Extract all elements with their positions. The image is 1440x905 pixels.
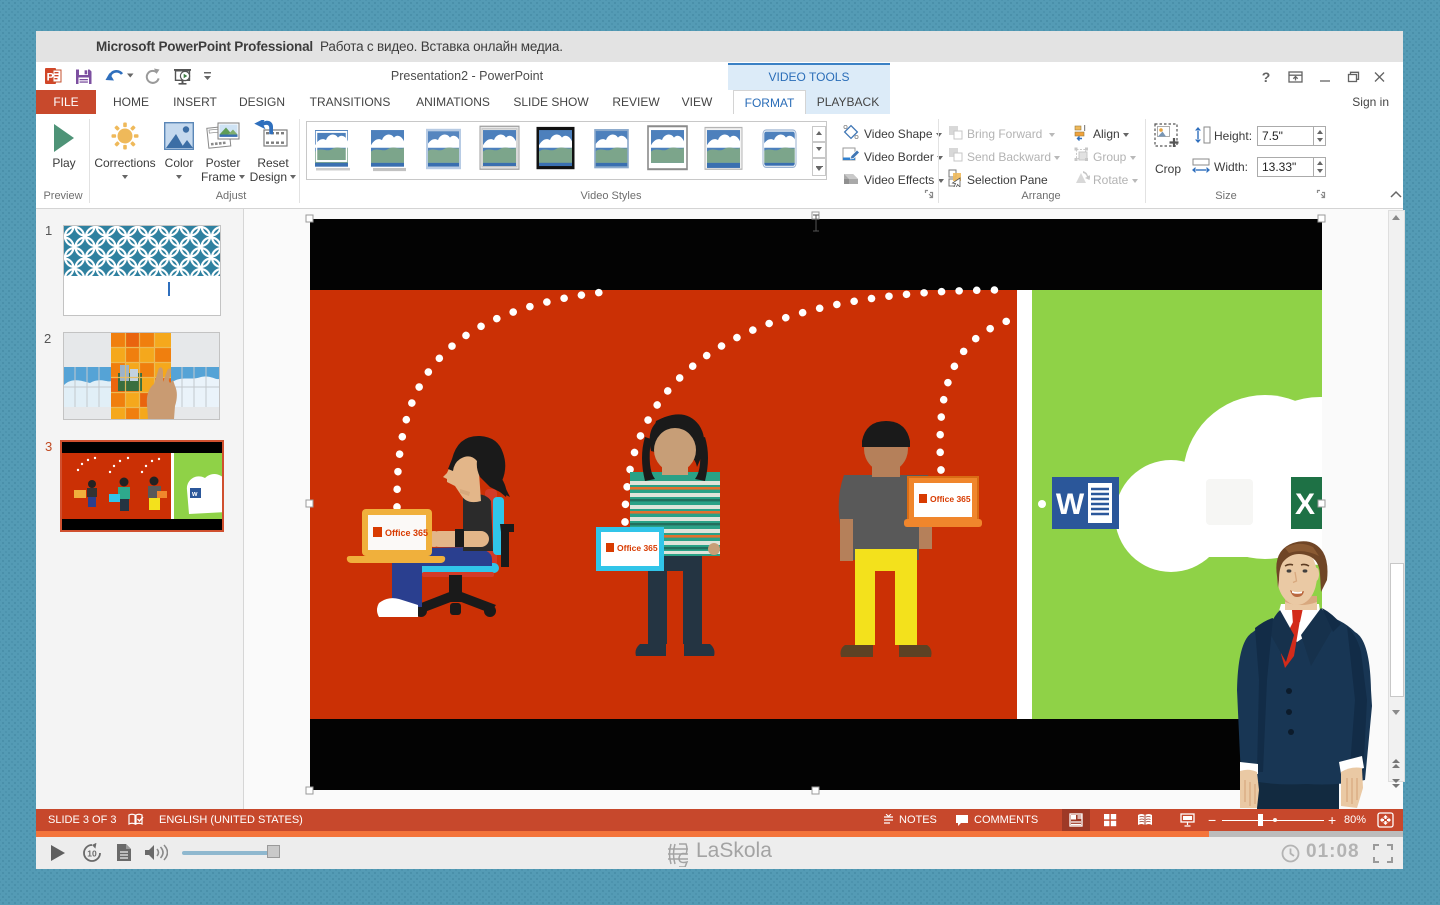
svg-text:?: ? — [1262, 69, 1271, 85]
svg-text:10: 10 — [87, 849, 97, 859]
svg-text:w: w — [191, 491, 198, 498]
svg-text:P: P — [47, 72, 54, 84]
